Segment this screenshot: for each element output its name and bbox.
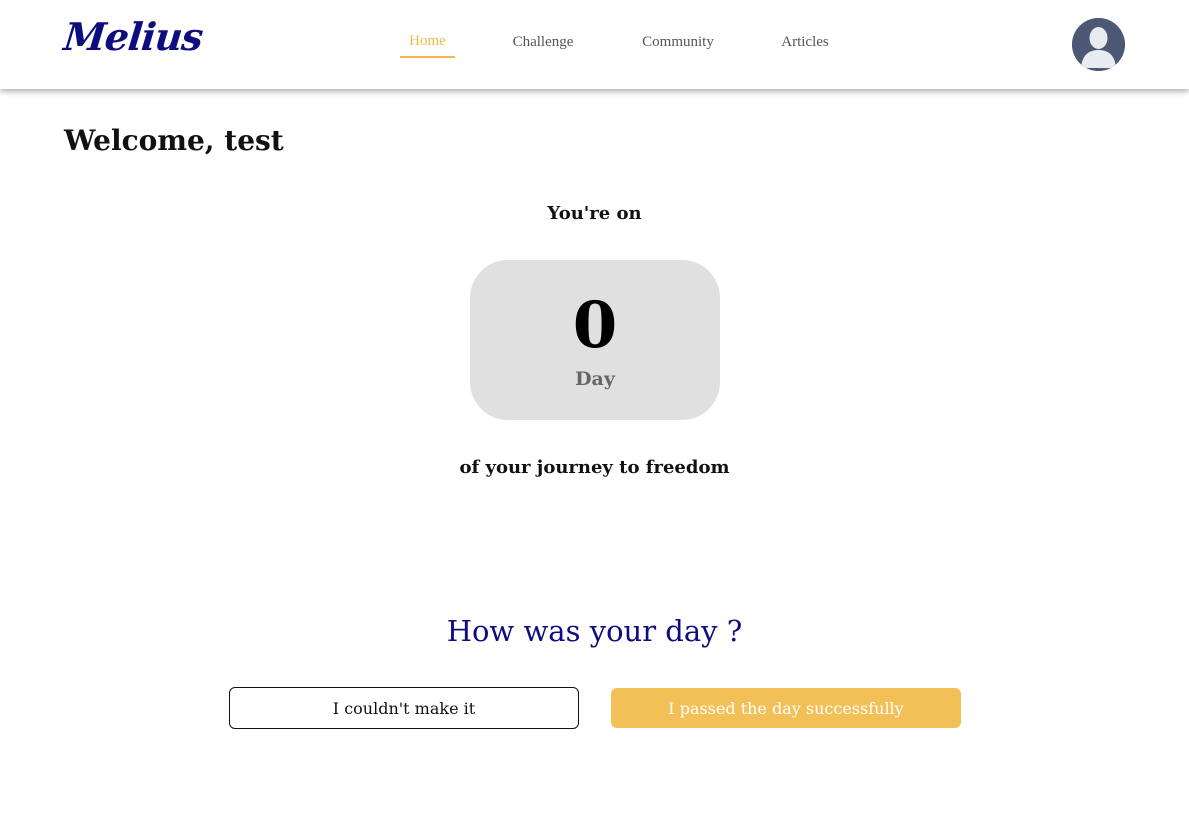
nav-home[interactable]: Home xyxy=(400,33,455,58)
user-silhouette-icon xyxy=(1072,18,1125,71)
avatar[interactable] xyxy=(1072,18,1125,71)
couldnt-make-it-button[interactable]: I couldn't make it xyxy=(229,687,579,729)
nav-community[interactable]: Community xyxy=(636,34,720,51)
streak-count: 0 xyxy=(572,288,618,363)
passed-day-button[interactable]: I passed the day successfully xyxy=(611,688,961,728)
nav-articles[interactable]: Articles xyxy=(776,34,834,51)
streak-counter-card: 0 Day xyxy=(470,260,720,420)
top-navbar: Melius Home Challenge Community Articles xyxy=(0,0,1189,89)
welcome-heading: Welcome, test xyxy=(64,124,284,157)
nav-challenge[interactable]: Challenge xyxy=(506,34,580,51)
streak-suffix: of your journey to freedom xyxy=(459,457,730,478)
daily-question: How was your day ? xyxy=(446,614,743,648)
streak-unit: Day xyxy=(575,368,615,390)
streak-prefix: You're on xyxy=(547,203,642,224)
melius-logo[interactable]: Melius xyxy=(62,14,205,59)
